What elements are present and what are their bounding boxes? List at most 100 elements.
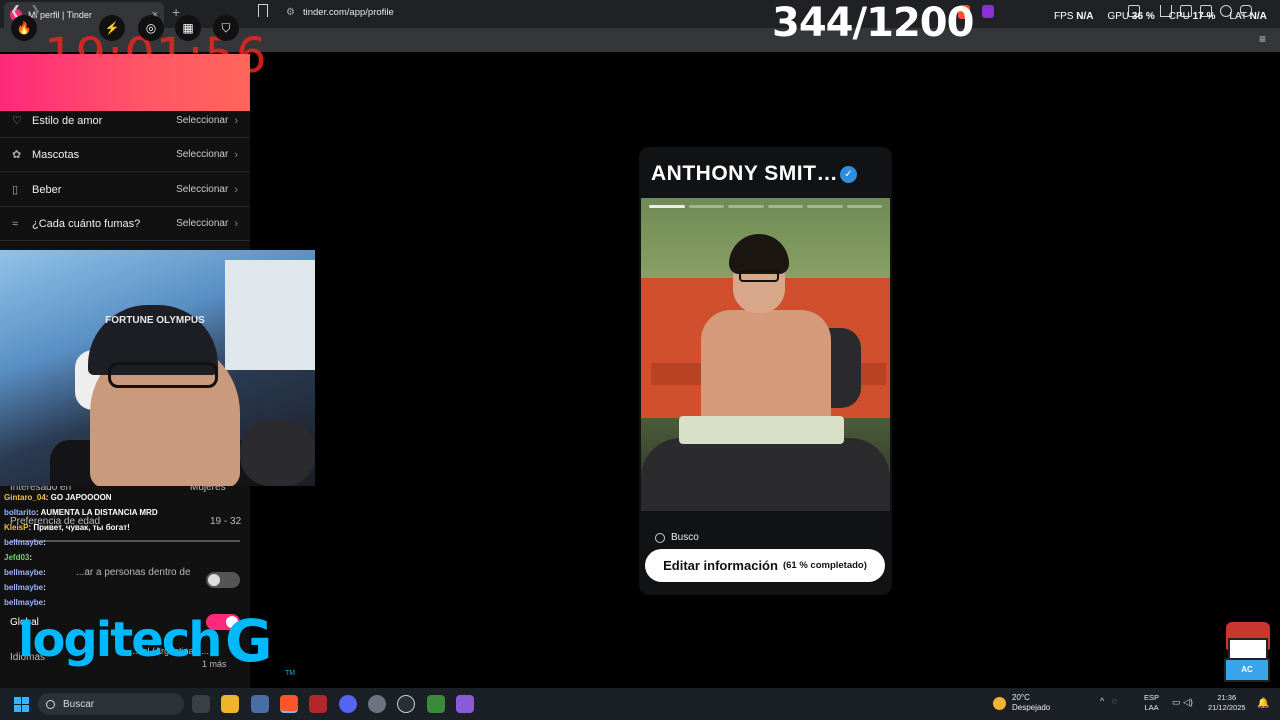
- taskbar-search-label: Buscar: [63, 698, 95, 710]
- profile-name: ANTHONY SMIT…: [651, 162, 838, 185]
- taskbar-clock[interactable]: 21:36 21/12/2025: [1208, 693, 1246, 713]
- photo-torso: [701, 310, 831, 430]
- chevron-right-icon: ›: [234, 183, 238, 196]
- shield-icon[interactable]: ⛉: [213, 15, 239, 41]
- row-label: Estilo de amor: [32, 114, 103, 127]
- row-value: Seleccionar: [176, 115, 229, 126]
- stat-gpu: GPU 36 %: [1107, 11, 1155, 22]
- brave-rewards-icon[interactable]: [982, 5, 994, 18]
- row-mascotas[interactable]: ✿ Mascotas Seleccionar ›: [0, 138, 250, 172]
- chevron-right-icon: ›: [234, 114, 238, 127]
- cam-shelf: [225, 260, 315, 370]
- bottle-icon: ▯: [12, 184, 19, 196]
- minecraft-icon[interactable]: [427, 695, 445, 713]
- lang-layout: LAA: [1144, 703, 1159, 712]
- chat-message: Gintaro_04: GO JAPOOOON: [4, 493, 112, 502]
- row-label: ¿Cada cuánto fumas?: [32, 217, 141, 230]
- windows-start-icon[interactable]: [14, 697, 29, 712]
- tinder-top-nav: [0, 54, 250, 111]
- app-red-icon[interactable]: [309, 695, 327, 713]
- photo-progress-segment[interactable]: [846, 205, 882, 208]
- chat-message: boltarito: AUMENTA LA DISTANCIA MRD: [4, 508, 158, 517]
- row-beber[interactable]: ▯ Beber Seleccionar ›: [0, 173, 250, 207]
- busco-row: Busco: [655, 532, 699, 543]
- chat-message: KleisP: Привет, чувак, ты богат!: [4, 523, 130, 532]
- stat-lat: LAT N/A: [1229, 11, 1267, 22]
- tray-icons[interactable]: ^ ◌: [1100, 696, 1122, 706]
- mascot-face: [1228, 638, 1268, 660]
- vpn-app-icon[interactable]: [456, 695, 474, 713]
- photo-hair: [729, 234, 789, 274]
- row-value: Seleccionar: [176, 184, 229, 195]
- edit-info-button[interactable]: Editar información (61 % completado): [645, 549, 885, 582]
- row-label: Beber: [32, 183, 62, 196]
- file-explorer-icon[interactable]: [221, 695, 239, 713]
- chat-message: Jefd03:: [4, 553, 33, 562]
- photo-glasses: [739, 270, 779, 282]
- stream-counter: 344/1200: [772, 0, 974, 46]
- url-text: tinder.com/app/profile: [302, 6, 394, 18]
- moon-icon: [993, 696, 1006, 710]
- clock-time: 21:36: [1217, 693, 1237, 702]
- edit-info-label: Editar información: [663, 558, 778, 573]
- discord-icon[interactable]: [339, 695, 357, 713]
- briefcase-icon[interactable]: ▦: [175, 15, 201, 41]
- photo-progress-segment[interactable]: [649, 205, 685, 208]
- heart-chat-icon: ♡: [12, 115, 22, 127]
- site-info-icon[interactable]: ⚙: [286, 7, 295, 18]
- stream-chat: Gintaro_04: GO JAPOOOON boltarito: AUMEN…: [0, 490, 250, 610]
- row-value: Seleccionar: [176, 218, 229, 229]
- store-icon[interactable]: [251, 695, 269, 713]
- cam-cap-text: FORTUNE OLYMPUS: [105, 315, 205, 326]
- perf-stats: FPS N/A GPU 36 % CPU 17 % LAT N/A: [1054, 11, 1267, 22]
- search-icon: [655, 532, 665, 543]
- stat-cpu: CPU 17 %: [1168, 11, 1216, 22]
- edit-info-percent: (61 % completado): [782, 560, 867, 571]
- busco-label: Busco: [671, 532, 699, 543]
- row-fumas[interactable]: ≈ ¿Cada cuánto fumas? Seleccionar ›: [0, 207, 250, 241]
- row-label: Mascotas: [32, 148, 80, 161]
- weather-temp: 20°C: [1012, 693, 1030, 702]
- chat-message: bellmaybe:: [4, 583, 46, 592]
- brave-taskbar-icon[interactable]: [280, 695, 298, 713]
- chat-message: bellmaybe:: [4, 598, 46, 607]
- photo-progress-segment[interactable]: [688, 205, 724, 208]
- weather-desc: Despejado: [1012, 703, 1051, 712]
- photo-money: [679, 416, 844, 444]
- profile-photo[interactable]: [641, 198, 890, 511]
- paw-icon: ✿: [12, 149, 22, 161]
- network-volume-icon[interactable]: ▭ ◁): [1172, 697, 1193, 708]
- webcam-overlay: FORTUNE OLYMPUS: [0, 250, 315, 486]
- boost-icon[interactable]: ⚡: [99, 15, 125, 41]
- logitech-g-logo: G: [225, 607, 273, 675]
- menu-icon[interactable]: ≡: [1259, 32, 1266, 46]
- row-value: Seleccionar: [176, 149, 229, 160]
- clock-date: 21/12/2025: [1208, 703, 1246, 712]
- photo-progress-segment[interactable]: [807, 205, 843, 208]
- tab-title: Mi perfil | Tinder: [28, 10, 92, 20]
- mascot-sprite: AC: [1222, 620, 1272, 682]
- mascot-body: AC: [1224, 658, 1270, 682]
- lang-code: ESP: [1144, 693, 1160, 702]
- row-estilo-de-amor[interactable]: ♡ Estilo de amor Seleccionar ›: [0, 104, 250, 138]
- task-view-icon[interactable]: [192, 695, 210, 713]
- logitech-logo: logitech: [18, 612, 222, 668]
- taskbar-search[interactable]: Buscar: [38, 693, 184, 715]
- chat-message: bellmaybe:: [4, 538, 46, 547]
- chat-message: bellmaybe:: [4, 568, 46, 577]
- chevron-right-icon: ›: [234, 217, 238, 230]
- logitech-tm: TM: [285, 670, 296, 677]
- tinder-flame-icon[interactable]: 🔥: [11, 15, 37, 41]
- notification-bell-icon[interactable]: 🔔: [1257, 698, 1269, 709]
- verified-badge-icon: ✓: [840, 166, 857, 183]
- weather-widget[interactable]: 20°C Despejado: [993, 693, 1050, 713]
- bookmark-icon[interactable]: [258, 4, 268, 17]
- chevron-right-icon: ›: [234, 148, 238, 161]
- language-indicator[interactable]: ESP LAA: [1144, 693, 1159, 713]
- photo-progress-segment[interactable]: [728, 205, 764, 208]
- explore-icon[interactable]: ◎: [138, 15, 164, 41]
- settings-gear-icon[interactable]: [368, 695, 386, 713]
- photo-progress-segment[interactable]: [767, 205, 803, 208]
- obs-icon[interactable]: [397, 695, 415, 713]
- photo-pants: [641, 438, 890, 511]
